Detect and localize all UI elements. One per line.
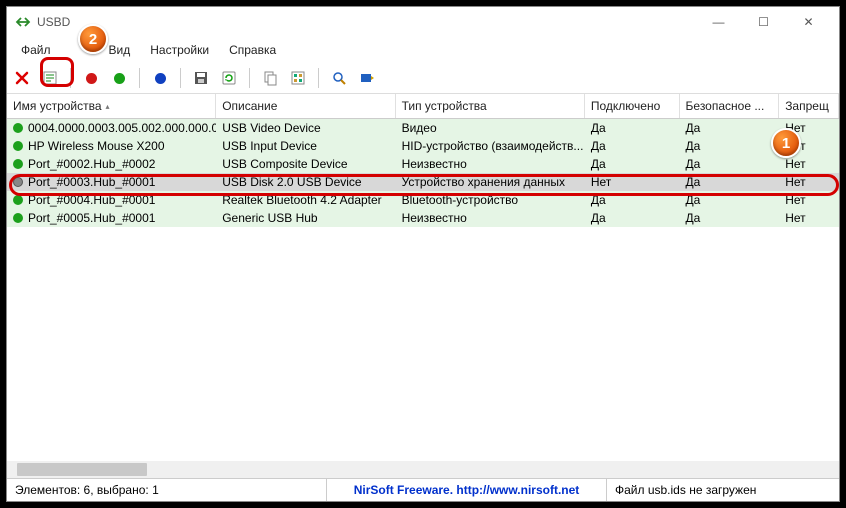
status-dot-green-icon: [13, 141, 23, 151]
grid: Имя устройства▴ Описание Тип устройства …: [7, 94, 839, 478]
close-button[interactable]: ✕: [786, 8, 831, 36]
status-dot-green-icon: [13, 123, 23, 133]
table-row[interactable]: Port_#0003.Hub_#0001USB Disk 2.0 USB Dev…: [7, 173, 839, 191]
options-button[interactable]: [287, 67, 309, 89]
refresh-button[interactable]: [218, 67, 240, 89]
cell: USB Composite Device: [216, 157, 395, 171]
save-button[interactable]: [190, 67, 212, 89]
cell: 0004.0000.0003.005.002.000.000.0...: [7, 121, 216, 135]
toolbar-separator: [318, 68, 319, 88]
app-icon: [15, 13, 31, 32]
cell: HP Wireless Mouse X200: [7, 139, 216, 153]
table-row[interactable]: Port_#0004.Hub_#0001Realtek Bluetooth 4.…: [7, 191, 839, 209]
toolbar-separator: [70, 68, 71, 88]
grid-body[interactable]: 0004.0000.0003.005.002.000.000.0...USB V…: [7, 119, 839, 461]
cell: Неизвестно: [396, 157, 585, 171]
cell: Да: [585, 157, 680, 171]
column-header-safe[interactable]: Безопасное ...: [680, 94, 780, 118]
status-ids: Файл usb.ids не загружен: [607, 479, 839, 501]
copy-button[interactable]: [259, 67, 281, 89]
cell: Bluetooth-устройство: [396, 193, 585, 207]
window-controls: — ☐ ✕: [696, 8, 831, 36]
column-header-name[interactable]: Имя устройства▴: [7, 94, 216, 118]
cell: Нет: [585, 175, 680, 189]
cell: USB Input Device: [216, 139, 395, 153]
toolbar: [7, 63, 839, 94]
window-title: USBD: [37, 15, 696, 29]
table-row[interactable]: 0004.0000.0003.005.002.000.000.0...USB V…: [7, 119, 839, 137]
menu-settings[interactable]: Настройки: [140, 39, 219, 61]
find-button[interactable]: [328, 67, 350, 89]
cell: HID-устройство (взаимодейств...: [396, 139, 585, 153]
menubar: Файл xxx Вид Настройки Справка: [7, 37, 839, 63]
toolbar-separator: [249, 68, 250, 88]
statusbar: Элементов: 6, выбрано: 1 NirSoft Freewar…: [7, 478, 839, 501]
menu-view[interactable]: Вид: [99, 39, 141, 61]
cell: Нет: [779, 175, 839, 189]
menu-file[interactable]: Файл: [11, 39, 61, 61]
toolbar-separator: [139, 68, 140, 88]
green-dot-button[interactable]: [108, 67, 130, 89]
cell: Generic USB Hub: [216, 211, 395, 225]
properties-button[interactable]: [39, 67, 61, 89]
cell: Неизвестно: [396, 211, 585, 225]
cell: Да: [680, 175, 780, 189]
blue-dot-button[interactable]: [149, 67, 171, 89]
cell: Видео: [396, 121, 585, 135]
column-header-desc[interactable]: Описание: [216, 94, 395, 118]
scroll-thumb[interactable]: [17, 463, 147, 476]
cell: Да: [585, 193, 680, 207]
cell: Port_#0003.Hub_#0001: [7, 175, 216, 189]
cell: Port_#0004.Hub_#0001: [7, 193, 216, 207]
sort-indicator-icon: ▴: [106, 102, 110, 111]
cell: Да: [585, 211, 680, 225]
table-row[interactable]: Port_#0005.Hub_#0001Generic USB HubНеизв…: [7, 209, 839, 227]
maximize-button[interactable]: ☐: [741, 8, 786, 36]
cell: Да: [680, 211, 780, 225]
about-button[interactable]: [356, 67, 378, 89]
cell: USB Video Device: [216, 121, 395, 135]
cell: Port_#0005.Hub_#0001: [7, 211, 216, 225]
cell: Да: [680, 157, 780, 171]
cell: Устройство хранения данных: [396, 175, 585, 189]
cell: Да: [680, 121, 780, 135]
cell: Да: [680, 139, 780, 153]
status-dot-gray-icon: [13, 177, 23, 187]
status-count: Элементов: 6, выбрано: 1: [7, 479, 327, 501]
cell: Да: [680, 193, 780, 207]
disconnect-button[interactable]: [11, 67, 33, 89]
cell: Нет: [779, 121, 839, 135]
cell: Realtek Bluetooth 4.2 Adapter: [216, 193, 395, 207]
column-header-deny[interactable]: Запрещ: [779, 94, 839, 118]
cell: Port_#0002.Hub_#0002: [7, 157, 216, 171]
cell: Нет: [779, 157, 839, 171]
column-header-type[interactable]: Тип устройства: [396, 94, 585, 118]
horizontal-scrollbar[interactable]: [7, 461, 839, 478]
menu-help[interactable]: Справка: [219, 39, 286, 61]
cell: Да: [585, 139, 680, 153]
status-dot-green-icon: [13, 159, 23, 169]
cell: USB Disk 2.0 USB Device: [216, 175, 395, 189]
red-dot-button[interactable]: [80, 67, 102, 89]
status-dot-green-icon: [13, 195, 23, 205]
table-row[interactable]: Port_#0002.Hub_#0002USB Composite Device…: [7, 155, 839, 173]
table-row[interactable]: HP Wireless Mouse X200USB Input DeviceHI…: [7, 137, 839, 155]
status-credit[interactable]: NirSoft Freeware. http://www.nirsoft.net: [327, 479, 607, 501]
toolbar-separator: [180, 68, 181, 88]
status-dot-green-icon: [13, 213, 23, 223]
cell: Нет: [779, 139, 839, 153]
column-header-connected[interactable]: Подключено: [585, 94, 680, 118]
cell: Нет: [779, 193, 839, 207]
window: USBD — ☐ ✕ 2 Файл xxx Вид Настройки Спра…: [6, 6, 840, 502]
titlebar: USBD — ☐ ✕: [7, 7, 839, 37]
minimize-button[interactable]: —: [696, 8, 741, 36]
cell: Нет: [779, 211, 839, 225]
grid-header: Имя устройства▴ Описание Тип устройства …: [7, 94, 839, 119]
cell: Да: [585, 121, 680, 135]
